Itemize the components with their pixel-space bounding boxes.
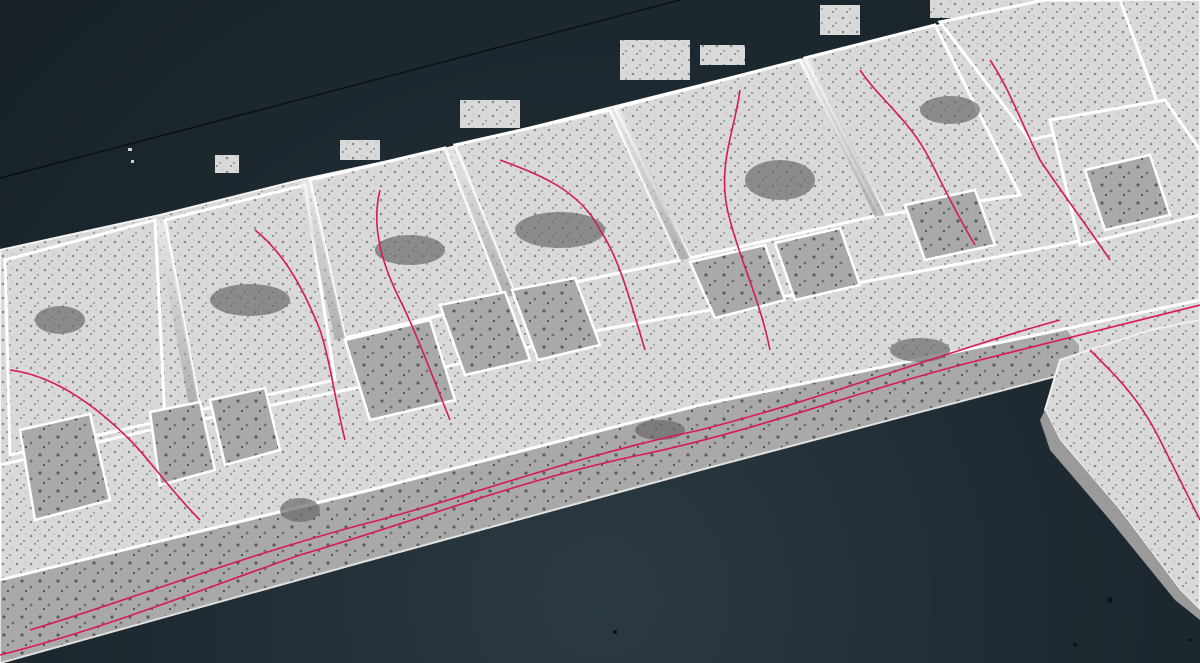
point-cloud-scene[interactable] [0, 0, 1200, 663]
background-specks [613, 597, 1192, 647]
3d-viewport[interactable] [0, 0, 1200, 663]
